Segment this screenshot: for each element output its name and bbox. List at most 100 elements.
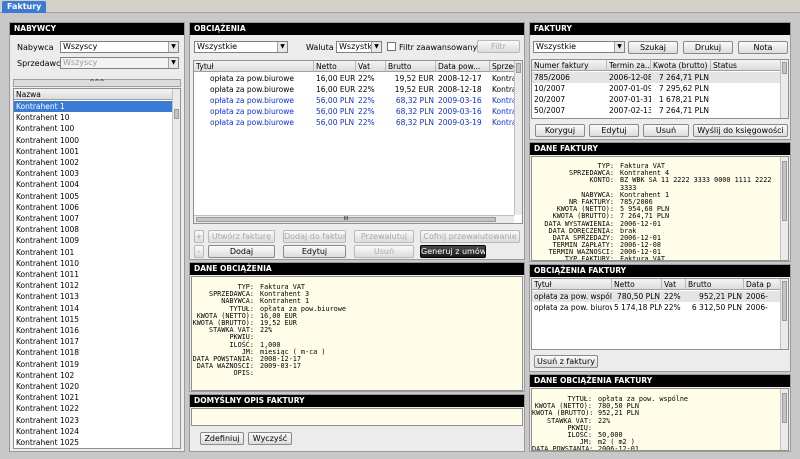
list-item[interactable]: Kontrahent 1007 [14,213,173,224]
minus-button[interactable]: - [194,245,204,258]
column-numer-faktury[interactable]: Numer faktury [532,60,607,71]
list-item[interactable]: Kontrahent 1015 [14,314,173,325]
list-item[interactable]: Kontrahent 1000 [14,135,173,146]
list-item[interactable]: Kontrahent 1006 [14,202,173,213]
list-item[interactable]: Kontrahent 1017 [14,336,173,347]
generuj-z-umow-button[interactable]: Generuj z umów [420,245,486,258]
obciazenia-hscroll[interactable]: III [194,215,514,223]
obciazenia-faktury-table[interactable]: Tytuł Netto Vat Brutto Data p opłata za … [531,278,789,350]
usun-z-faktury-button[interactable]: Usuń z faktury [534,355,598,368]
utworz-fakture-button[interactable]: Utwórz fakturę [208,230,275,243]
column-tytul[interactable]: Tytuł [194,61,314,72]
koryguj-button[interactable]: Koryguj [535,124,585,137]
list-item[interactable]: Kontrahent 1009 [14,235,173,246]
list-item[interactable]: Kontrahent 1011 [14,269,173,280]
nabywca-select[interactable]: Wszyscy ▼ [60,41,179,53]
list-item[interactable]: Kontrahent 1022 [14,403,173,414]
list-item[interactable]: Kontrahent 1005 [14,191,173,202]
list-item[interactable]: Kontrahent 1019 [14,359,173,370]
list-item[interactable]: Kontrahent 1008 [14,224,173,235]
column-netto[interactable]: Netto [314,61,356,72]
nota-button[interactable]: Nota [738,41,788,54]
list-item[interactable]: Kontrahent 1016 [14,325,173,336]
kontrahent-list[interactable]: Nazwa Kontrahent 1 Kontrahent 10 Kontrahen… [13,88,181,449]
list-item[interactable]: Kontrahent 102 [14,370,173,381]
table-row[interactable]: 20/2007 2007-01-31 1 678,21 PLN [532,94,782,105]
wyslij-do-ksiegowosci-button[interactable]: Wyślij do księgowości [693,124,788,137]
waluta-select[interactable]: Wszystkie ▼ [336,41,382,53]
table-row[interactable]: 50/2007 2007-02-13 7 264,71 PLN [532,105,782,116]
obciazenia-filter-select[interactable]: Wszystkie ▼ [194,41,288,53]
table-row[interactable]: opłata za pow. biurowe 5 174,18 PLN 22% 6 3… [532,302,782,313]
usun-fakture-button[interactable]: Usuń [643,124,689,137]
drukuj-button[interactable]: Drukuj [683,41,733,54]
list-item[interactable]: Kontrahent 1021 [14,392,173,403]
column-netto[interactable]: Netto [612,279,662,290]
faktury-table[interactable]: Numer faktury Termin za... Kwota (brutto… [531,59,789,119]
filtr-button[interactable]: Filtr [477,40,520,53]
obciazenia-table[interactable]: Tytuł Netto Vat Brutto Data pow... Sprze… [193,60,523,224]
list-item[interactable]: Kontrahent 1020 [14,381,173,392]
list-item[interactable]: Kontrahent 1003 [14,168,173,179]
advanced-filter-checkbox[interactable] [387,42,396,51]
column-data[interactable]: Data p [744,279,782,290]
column-status[interactable]: Status [711,60,782,71]
list-item[interactable]: Kontrahent 1013 [14,291,173,302]
table-row[interactable]: opłata za pow.biurowe 16,00 EUR 22% 19,52 E… [194,84,522,95]
table-row[interactable]: opłata za pow.biurowe 56,00 PLN 22% 68,32 P… [194,117,522,128]
faktury-filter-select[interactable]: Wszystkie ▼ [533,41,625,53]
table-row[interactable]: opłata za pow.biurowe 16,00 EUR 22% 19,52 E… [194,73,522,84]
scroll-thumb[interactable] [782,393,787,423]
list-scroll-up[interactable]: ^^^ [13,79,181,87]
scroll-thumb[interactable] [782,62,787,74]
list-item[interactable]: Kontrahent 10 [14,112,173,123]
list-item[interactable]: Kontrahent 1014 [14,303,173,314]
column-brutto[interactable]: Brutto [686,279,744,290]
list-item[interactable]: Kontrahent 1010 [14,258,173,269]
obciazenia-vscroll[interactable] [514,61,522,215]
list-item[interactable]: Kontrahent 1 [14,101,173,112]
list-item[interactable]: Kontrahent 101 [14,247,173,258]
scroll-thumb[interactable] [174,109,179,119]
list-item[interactable]: Kontrahent 1025 [14,437,173,448]
dane-faktury-vscroll[interactable] [780,157,788,260]
column-tytul[interactable]: Tytuł [532,279,612,290]
column-nazwa[interactable]: Nazwa [14,89,173,100]
table-row[interactable]: opłata za pow.biurowe 56,00 PLN 22% 68,32 P… [194,106,522,117]
column-vat[interactable]: Vat [662,279,686,290]
szukaj-button[interactable]: Szukaj [628,41,678,54]
table-row[interactable]: opłata za pow.biurowe 56,00 PLN 22% 68,32 P… [194,95,522,106]
przewalutuj-button[interactable]: Przewalutuj [354,230,414,243]
column-termin[interactable]: Termin za... [607,60,651,71]
column-brutto[interactable]: Brutto [386,61,436,72]
cofnij-przewalutowanie-button[interactable]: Cofnij przewalutowanie [420,230,520,243]
list-item[interactable]: Kontrahent 1018 [14,347,173,358]
scroll-thumb[interactable] [782,161,787,221]
list-item[interactable]: Kontrahent 100 [14,123,173,134]
list-item[interactable]: Kontrahent 1001 [14,146,173,157]
plus-button[interactable]: + [194,230,204,243]
scroll-thumb[interactable]: III [196,217,496,222]
scroll-thumb[interactable] [782,281,787,321]
table-row[interactable]: 10/2007 2007-01-09 7 295,62 PLN [532,83,782,94]
wyczysc-button[interactable]: Wyczyść [248,432,292,445]
scroll-thumb[interactable] [516,63,521,73]
list-item[interactable]: Kontrahent 1002 [14,157,173,168]
zdefiniuj-button[interactable]: Zdefiniuj [200,432,244,445]
dane-obciazenia-faktury-vscroll[interactable] [780,389,788,450]
edytuj-fakture-button[interactable]: Edytuj [589,124,639,137]
usun-obciazenie-button[interactable]: Usuń [354,245,414,258]
column-kwota[interactable]: Kwota (brutto) [651,60,711,71]
faktury-vscroll[interactable] [780,60,788,118]
table-row[interactable]: 785/2006 2006-12-08 7 264,71 PLN [532,72,782,83]
list-item[interactable]: Kontrahent 1004 [14,179,173,190]
edytuj-obciazenie-button[interactable]: Edytuj [283,245,346,258]
list-item[interactable]: Kontrahent 1023 [14,415,173,426]
column-data-powstania[interactable]: Data pow... [436,61,490,72]
column-vat[interactable]: Vat [356,61,386,72]
obciazenia-faktury-vscroll[interactable] [780,279,788,349]
dodaj-button[interactable]: Dodaj [208,245,275,258]
tab-faktury[interactable]: Faktury [2,1,47,13]
list-scrollbar[interactable] [172,89,180,448]
list-item[interactable]: Kontrahent 1012 [14,280,173,291]
